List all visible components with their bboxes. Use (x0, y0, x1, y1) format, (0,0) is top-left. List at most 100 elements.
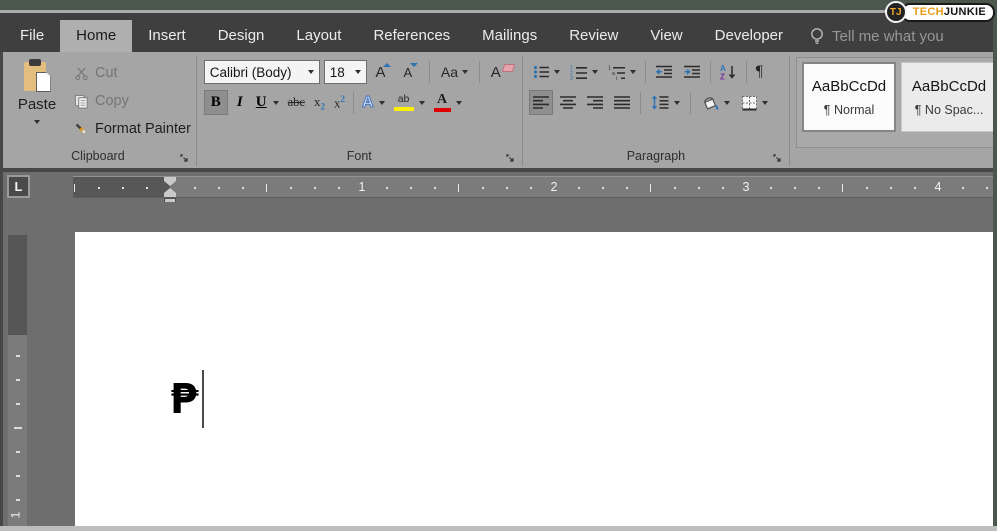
horizontal-ruler[interactable]: 1234 (73, 176, 993, 198)
cut-label: Cut (95, 65, 118, 81)
text-effects-button[interactable]: A (358, 90, 389, 115)
ruler-inch-number: 3 (743, 180, 750, 194)
paragraph-dialog-launcher[interactable] (772, 153, 783, 164)
highlight-dropdown-icon[interactable] (419, 101, 425, 105)
ribbon-tab-bar: File Home Insert Design Layout Reference… (0, 13, 997, 52)
decrease-indent-icon (655, 65, 673, 79)
ruler-inch-number: 2 (551, 180, 558, 194)
tab-review[interactable]: Review (553, 20, 634, 52)
font-size-combobox[interactable]: 18 (324, 60, 368, 84)
sort-icon: A Z (720, 64, 737, 80)
tab-mailings[interactable]: Mailings (466, 20, 553, 52)
style-card-no-spacing[interactable]: AaBbCcDd ¶ No Spac... (901, 62, 997, 132)
font-group-label: Font (347, 149, 372, 163)
font-name-combobox[interactable]: Calibri (Body) (204, 60, 320, 84)
underline-button[interactable]: U (252, 90, 283, 115)
tab-insert[interactable]: Insert (132, 20, 202, 52)
logo-tech-text: TECH (913, 6, 944, 18)
numbering-dropdown-icon[interactable] (592, 70, 598, 74)
window-frame-left (0, 52, 3, 526)
scissors-icon (74, 66, 89, 81)
font-name-dropdown-icon[interactable] (308, 70, 314, 74)
format-painter-brush-icon (74, 122, 89, 137)
bullets-dropdown-icon[interactable] (554, 70, 560, 74)
multilevel-list-button[interactable]: 1 a i (604, 60, 640, 85)
ruler-zone: L 1234 (0, 172, 997, 202)
font-color-button[interactable]: A (430, 90, 466, 115)
peso-sign-text: ₱ (170, 370, 199, 420)
grow-font-icon (383, 63, 391, 67)
change-case-dropdown-icon[interactable] (462, 70, 468, 74)
shading-dropdown-icon[interactable] (724, 101, 730, 105)
decrease-indent-button[interactable] (651, 60, 677, 85)
tab-stop-selector[interactable]: L (7, 175, 30, 198)
borders-button[interactable] (737, 90, 772, 115)
shading-button[interactable] (697, 90, 734, 115)
paste-dropdown-icon[interactable] (34, 120, 40, 124)
ruler-inch-number: 4 (935, 180, 942, 194)
borders-dropdown-icon[interactable] (762, 101, 768, 105)
clear-formatting-button[interactable]: A (487, 60, 518, 85)
text-effects-dropdown-icon[interactable] (379, 101, 385, 105)
numbering-button[interactable]: 1 2 3 (566, 60, 602, 85)
vertical-ruler[interactable]: 1 (8, 235, 27, 526)
italic-button[interactable]: I (229, 90, 251, 115)
subscript-button[interactable]: x2 (310, 90, 329, 115)
window-frame-bottom (0, 526, 997, 531)
clipboard-dialog-launcher[interactable] (179, 153, 190, 164)
document-workspace: 1 ₱ (0, 202, 997, 531)
grow-font-button[interactable]: A (371, 60, 395, 85)
clipboard-group: Paste Cut (0, 52, 196, 168)
style-card-normal[interactable]: AaBbCcDd ¶ Normal (802, 62, 896, 132)
change-case-button[interactable]: Aa (437, 60, 472, 85)
paste-button[interactable]: Paste (10, 58, 64, 148)
justify-button[interactable] (610, 90, 634, 115)
increase-indent-button[interactable] (679, 60, 705, 85)
paste-clipboard-icon (24, 59, 51, 92)
tab-layout[interactable]: Layout (280, 20, 357, 52)
justify-icon (614, 96, 630, 109)
window-frame-right (993, 10, 997, 526)
clipboard-group-label: Clipboard (71, 149, 125, 163)
svg-text:3: 3 (570, 76, 573, 80)
paint-bucket-icon (701, 95, 720, 111)
eraser-icon (501, 64, 515, 72)
shrink-font-button[interactable]: A (399, 60, 422, 85)
techjunkie-logo: TJ TECHJUNKIE (885, 2, 995, 22)
bold-button[interactable]: B (204, 90, 228, 115)
font-size-dropdown-icon[interactable] (355, 70, 361, 74)
styles-gallery: AaBbCcDd ¶ Normal AaBbCcDd ¶ No Spac... (796, 57, 997, 148)
shrink-font-icon (410, 63, 418, 67)
tab-developer[interactable]: Developer (699, 20, 799, 52)
align-right-button[interactable] (583, 90, 607, 115)
bullets-button[interactable] (529, 60, 564, 85)
superscript-button[interactable]: x2 (330, 90, 349, 115)
tab-view[interactable]: View (634, 20, 698, 52)
format-painter-button[interactable]: Format Painter (74, 117, 191, 141)
show-hide-pilcrow-button[interactable]: ¶ (752, 60, 767, 85)
tab-design[interactable]: Design (202, 20, 281, 52)
sort-button[interactable]: A Z (716, 60, 741, 85)
text-highlight-button[interactable]: ab (390, 90, 429, 115)
line-spacing-dropdown-icon[interactable] (674, 101, 680, 105)
tab-home[interactable]: Home (60, 20, 132, 52)
copy-button[interactable]: Copy (74, 89, 191, 113)
font-color-dropdown-icon[interactable] (456, 101, 462, 105)
tab-references[interactable]: References (357, 20, 466, 52)
font-dialog-launcher[interactable] (505, 153, 516, 164)
line-spacing-button[interactable] (647, 90, 684, 115)
tell-me-box[interactable]: Tell me what you (809, 20, 997, 52)
align-center-button[interactable] (556, 90, 580, 115)
align-left-button[interactable] (529, 90, 553, 115)
document-page[interactable]: ₱ (75, 232, 993, 526)
svg-text:a: a (612, 70, 615, 76)
line-spacing-icon (651, 95, 669, 110)
multilevel-dropdown-icon[interactable] (630, 70, 636, 74)
logo-junkie-text: JUNKIE (944, 6, 986, 18)
underline-dropdown-icon[interactable] (273, 101, 279, 105)
techjunkie-badge-icon: TJ (885, 1, 907, 23)
strikethrough-button[interactable]: abc (284, 90, 309, 115)
vertical-ruler-top-margin (8, 235, 27, 335)
cut-button[interactable]: Cut (74, 61, 191, 85)
tab-file[interactable]: File (4, 20, 60, 52)
